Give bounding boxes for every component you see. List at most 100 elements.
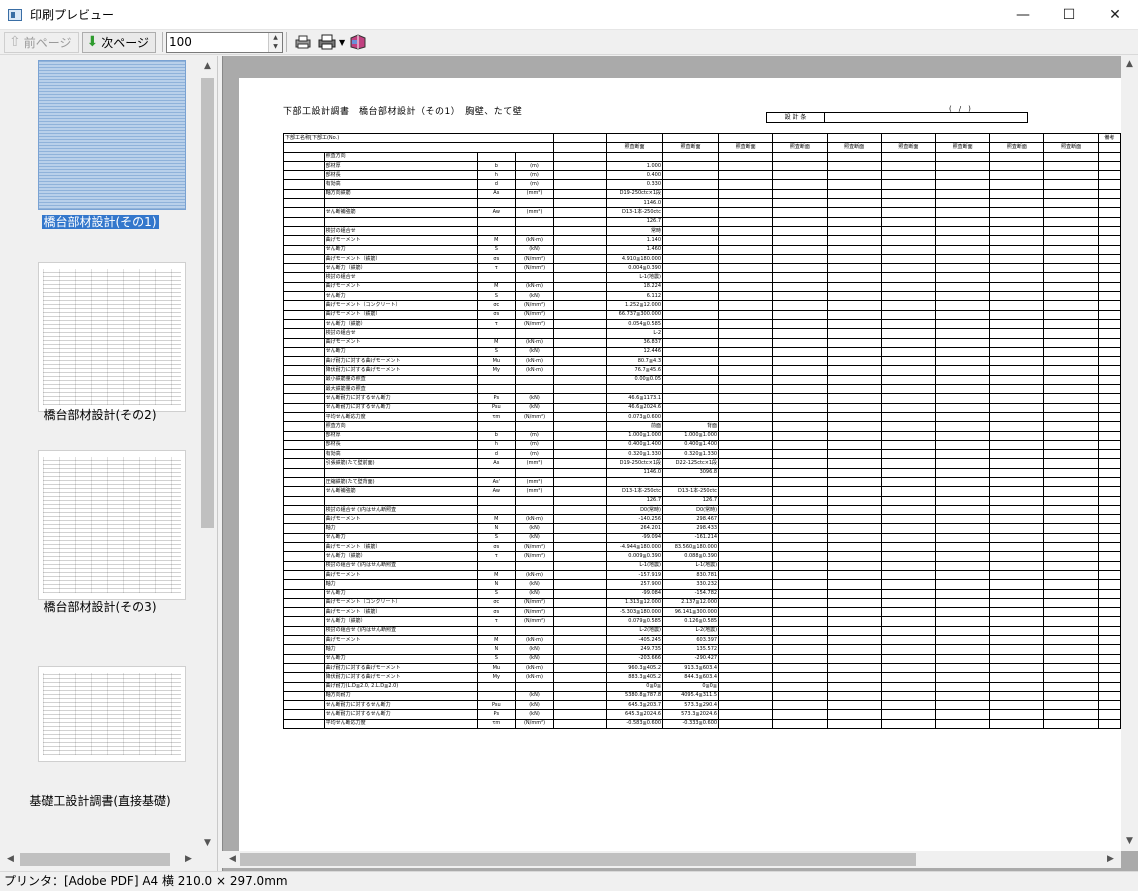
table-cell bbox=[772, 718, 828, 730]
table-cell bbox=[1097, 532, 1122, 544]
table-cell bbox=[553, 504, 607, 516]
table-cell bbox=[1043, 588, 1099, 599]
table-cell bbox=[880, 504, 937, 516]
prev-page-button[interactable]: ⇧ 前ページ bbox=[4, 31, 79, 53]
table-cell bbox=[514, 225, 555, 237]
page-setup-icon[interactable] bbox=[292, 32, 314, 53]
table-cell bbox=[718, 300, 774, 311]
table-cell bbox=[283, 225, 325, 237]
thumbnail-label-1[interactable]: 橋台部材設計(その1) bbox=[0, 213, 200, 230]
scroll-left-icon[interactable]: ◀ bbox=[2, 854, 19, 864]
scroll-up-icon[interactable]: ▲ bbox=[1121, 59, 1138, 69]
table-cell: (N/mm²) bbox=[514, 616, 555, 627]
thumbnail-page-4[interactable] bbox=[38, 666, 186, 762]
thumbnail-horizontal-scrollbar[interactable]: ◀ ▶ bbox=[0, 851, 199, 868]
scroll-left-icon[interactable]: ◀ bbox=[224, 854, 241, 864]
thumbnail-panel: 橋台部材設計(その1) 橋台部材設計(その2) 橋台部材設計(その3) 基礎工設… bbox=[0, 56, 218, 871]
table-cell bbox=[662, 365, 720, 376]
table-cell bbox=[826, 318, 882, 330]
scroll-thumb[interactable] bbox=[20, 853, 170, 866]
table-cell bbox=[880, 430, 937, 441]
table-cell bbox=[826, 709, 882, 720]
spin-up-icon[interactable]: ▲ bbox=[269, 33, 282, 42]
table-cell: 曲げモーメント bbox=[323, 569, 478, 581]
scroll-up-icon[interactable]: ▲ bbox=[199, 61, 216, 71]
table-cell bbox=[826, 439, 882, 451]
scroll-thumb[interactable] bbox=[240, 853, 916, 866]
table-row: 検討の組合せ L-1(地震) bbox=[283, 272, 1122, 283]
close-button[interactable]: ✕ bbox=[1092, 0, 1138, 30]
table-cell bbox=[1097, 263, 1122, 274]
table-cell: 部材厚 bbox=[323, 160, 478, 172]
book-icon[interactable] bbox=[347, 32, 369, 53]
table-cell bbox=[283, 188, 325, 200]
table-cell bbox=[283, 160, 325, 172]
table-cell bbox=[772, 476, 828, 488]
table-cell bbox=[553, 430, 607, 441]
scroll-right-icon[interactable]: ▶ bbox=[180, 854, 197, 864]
table-cell bbox=[283, 346, 325, 358]
printer-icon[interactable] bbox=[316, 32, 338, 53]
table-cell bbox=[1043, 681, 1099, 692]
table-row: 検討の組合せ L-2 bbox=[283, 328, 1122, 339]
table-cell bbox=[880, 486, 937, 497]
thumbnail-vertical-scrollbar[interactable]: ▲ ▼ bbox=[199, 58, 216, 852]
table-cell bbox=[826, 700, 882, 711]
table-cell bbox=[880, 588, 937, 599]
table-cell: 264.201 bbox=[605, 523, 664, 534]
preview-vertical-scrollbar[interactable]: ▲ ▼ bbox=[1121, 56, 1138, 851]
table-cell bbox=[934, 356, 991, 367]
maximize-button[interactable]: ☐ bbox=[1046, 0, 1092, 30]
thumbnail-page-3[interactable] bbox=[38, 450, 186, 600]
table-cell: Psu bbox=[476, 402, 516, 413]
table-cell: -0.583≦0.600 bbox=[605, 718, 664, 730]
spin-down-icon[interactable]: ▼ bbox=[269, 42, 282, 51]
table-cell: (N/mm²) bbox=[514, 309, 555, 320]
table-cell bbox=[989, 309, 1045, 320]
table-cell bbox=[718, 253, 774, 265]
table-cell bbox=[718, 179, 774, 190]
scroll-down-icon[interactable]: ▼ bbox=[199, 838, 216, 848]
table-cell: せん断力（鉄筋） bbox=[323, 551, 478, 562]
table-cell bbox=[1097, 207, 1122, 218]
thumbnail-label-2[interactable]: 橋台部材設計(その2) bbox=[0, 406, 200, 423]
table-cell bbox=[1097, 411, 1122, 423]
table-row: せん断力（鉄筋） τ (N/mm²) 0.054≦0.585 bbox=[283, 318, 1122, 330]
next-page-button[interactable]: ⬇ 次ページ bbox=[81, 31, 156, 53]
thumbnail-page-1[interactable] bbox=[38, 60, 186, 210]
table-cell bbox=[826, 504, 882, 516]
table-cell: 曲げモーメント bbox=[323, 235, 478, 246]
thumbnail-label-3[interactable]: 橋台部材設計(その3) bbox=[0, 598, 200, 615]
thumbnail-label-4[interactable]: 基礎工設計調書(直接基礎) bbox=[0, 792, 200, 809]
preview-horizontal-scrollbar[interactable]: ◀ ▶ bbox=[222, 851, 1121, 868]
table-cell bbox=[880, 421, 937, 432]
table-cell bbox=[1043, 672, 1099, 683]
table-cell bbox=[880, 514, 937, 525]
thumbnail-page-2[interactable] bbox=[38, 262, 186, 412]
table-cell: 曲げモーメント（コンクリート） bbox=[323, 300, 478, 311]
table-cell bbox=[772, 430, 828, 441]
scroll-right-icon[interactable]: ▶ bbox=[1102, 854, 1119, 864]
table-cell bbox=[826, 449, 882, 460]
zoom-spinner[interactable]: ▲ ▼ bbox=[268, 32, 282, 52]
table-cell bbox=[934, 337, 991, 348]
zoom-spinbox[interactable]: ▲ ▼ bbox=[166, 31, 283, 53]
table-cell: M bbox=[476, 281, 516, 293]
table-cell bbox=[1043, 662, 1099, 674]
table-cell bbox=[880, 244, 937, 255]
table-cell bbox=[880, 542, 937, 553]
scroll-down-icon[interactable]: ▼ bbox=[1121, 836, 1138, 846]
table-cell bbox=[1097, 588, 1122, 599]
scroll-thumb[interactable] bbox=[201, 78, 214, 528]
table-cell bbox=[662, 244, 720, 255]
table-cell bbox=[934, 504, 991, 516]
zoom-input[interactable] bbox=[167, 33, 262, 51]
table-cell bbox=[934, 616, 991, 627]
minimize-button[interactable]: — bbox=[1000, 0, 1046, 30]
table-row: せん断力 S (kN) -99.094 -161.214 bbox=[283, 532, 1122, 544]
table-cell bbox=[283, 551, 325, 562]
table-cell bbox=[718, 476, 774, 488]
printer-dropdown-icon[interactable]: ▼ bbox=[339, 38, 345, 47]
table-cell bbox=[880, 700, 937, 711]
table-cell bbox=[553, 328, 607, 339]
